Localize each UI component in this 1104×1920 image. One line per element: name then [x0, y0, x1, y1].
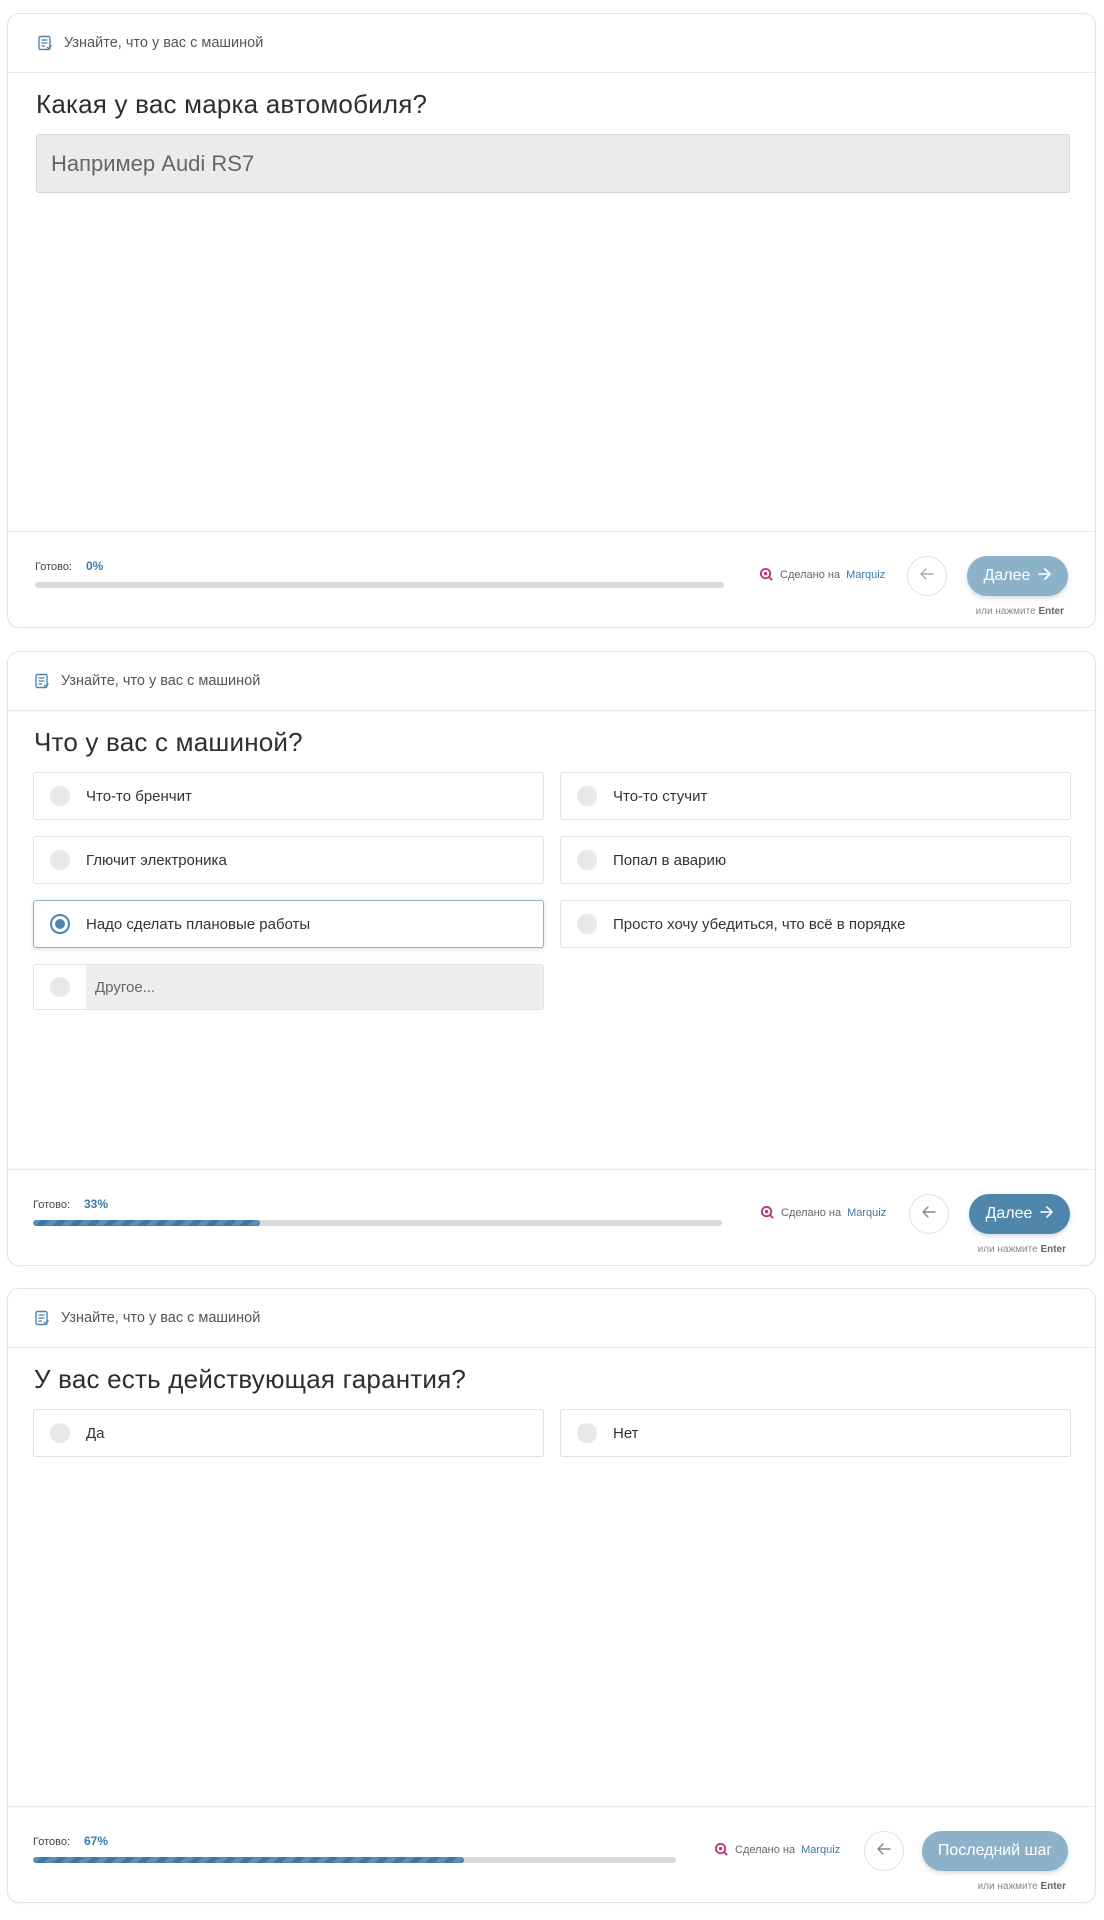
- hint-prefix: или нажмите: [977, 1881, 1038, 1892]
- progress-bar: [35, 582, 724, 588]
- next-button-label: Последний шаг: [937, 1842, 1053, 1859]
- quiz-step-car-brand: Узнайте, что у вас с машиной Какая у вас…: [7, 13, 1096, 628]
- progress-bar: [33, 1857, 676, 1863]
- quiz-footer: Готово: 0% Сделано на Marquiz Далее или …: [8, 531, 1095, 627]
- progress-bar-fill: [33, 1857, 464, 1863]
- credit-prefix: Сделано на: [780, 568, 841, 581]
- option-label: Что-то стучит: [613, 787, 708, 805]
- hint-prefix: или нажмите: [975, 606, 1036, 617]
- hint-key: Enter: [1040, 1881, 1066, 1892]
- radio-icon: [50, 850, 70, 870]
- radio-icon: [50, 1423, 70, 1443]
- option-check-all-fine[interactable]: Просто хочу убедиться, что всё в порядке: [560, 900, 1071, 948]
- quiz-footer: Готово: 33% Сделано на Marquiz Далее или…: [8, 1169, 1095, 1265]
- radio-icon: [577, 914, 597, 934]
- marquiz-credit[interactable]: Сделано на Marquiz: [714, 1842, 840, 1857]
- question-title: У вас есть действующая гарантия?: [34, 1364, 467, 1394]
- quiz-header: Узнайте, что у вас с машиной: [8, 1289, 1095, 1348]
- car-brand-input[interactable]: [36, 134, 1070, 193]
- radio-icon: [50, 786, 70, 806]
- next-button-label: Далее: [985, 1205, 1033, 1222]
- arrow-left-icon: [920, 567, 934, 585]
- quiz-title: Узнайте, что у вас с машиной: [61, 673, 261, 689]
- question-title: Что у вас с машиной?: [34, 727, 303, 757]
- marquiz-logo-icon: [759, 567, 774, 582]
- arrow-left-icon: [922, 1205, 936, 1223]
- progress-value: 67%: [84, 1834, 109, 1848]
- quiz-list-icon: [34, 1310, 50, 1326]
- credit-prefix: Сделано на: [781, 1206, 842, 1219]
- question-title: Какая у вас марка автомобиля?: [36, 89, 428, 119]
- option-label: Глючит электроника: [86, 851, 227, 869]
- arrow-right-icon: [1038, 567, 1052, 585]
- progress-label: Готово:: [33, 1199, 71, 1211]
- option-rattle[interactable]: Что-то бренчит: [33, 772, 544, 820]
- last-step-button[interactable]: Последний шаг: [922, 1831, 1068, 1871]
- option-label: Что-то бренчит: [86, 787, 192, 805]
- marquiz-logo-icon: [760, 1205, 775, 1220]
- credit-brand-link[interactable]: Marquiz: [847, 1207, 886, 1219]
- radio-checked-icon: [50, 914, 70, 934]
- quiz-list-icon: [37, 35, 53, 51]
- option-label: Да: [86, 1424, 105, 1442]
- quiz-step-warranty: Узнайте, что у вас с машиной У вас есть …: [7, 1288, 1096, 1903]
- quiz-header: Узнайте, что у вас с машиной: [8, 652, 1095, 711]
- progress-label: Готово:: [35, 561, 73, 573]
- progress-bar-fill: [33, 1220, 261, 1226]
- arrow-left-icon: [877, 1842, 891, 1860]
- hint-key: Enter: [1038, 606, 1064, 617]
- enter-hint: или нажмите Enter: [976, 606, 1064, 617]
- credit-brand-link[interactable]: Marquiz: [801, 1844, 840, 1856]
- credit-brand-link[interactable]: Marquiz: [846, 569, 885, 581]
- radio-icon: [577, 850, 597, 870]
- enter-hint: или нажмите Enter: [978, 1881, 1066, 1892]
- next-button-label: Далее: [983, 567, 1031, 584]
- radio-icon: [577, 1423, 597, 1443]
- option-accident[interactable]: Попал в аварию: [560, 836, 1071, 884]
- hint-prefix: или нажмите: [977, 1244, 1038, 1255]
- quiz-step-car-problem: Узнайте, что у вас с машиной Что у вас с…: [7, 651, 1096, 1266]
- radio-icon: [50, 977, 70, 997]
- marquiz-credit[interactable]: Сделано на Marquiz: [760, 1205, 886, 1220]
- options-grid: Что-то бренчит Что-то стучит Глючит элек…: [33, 772, 1077, 1010]
- option-scheduled-maintenance[interactable]: Надо сделать плановые работы: [33, 900, 544, 948]
- option-label: Нет: [613, 1424, 639, 1442]
- radio-icon: [577, 786, 597, 806]
- marquiz-logo-icon: [714, 1842, 729, 1857]
- progress-label: Готово:: [33, 1836, 71, 1848]
- other-input[interactable]: [86, 965, 543, 1009]
- option-knock[interactable]: Что-то стучит: [560, 772, 1071, 820]
- back-button[interactable]: [909, 1194, 949, 1234]
- option-yes[interactable]: Да: [33, 1409, 544, 1457]
- progress-bar: [33, 1220, 722, 1226]
- quiz-list-icon: [34, 673, 50, 689]
- progress-value: 0%: [86, 559, 104, 573]
- back-button[interactable]: [864, 1831, 904, 1871]
- progress-value: 33%: [84, 1197, 109, 1211]
- option-label: Надо сделать плановые работы: [86, 915, 311, 933]
- option-label: Попал в аварию: [613, 851, 727, 869]
- marquiz-credit[interactable]: Сделано на Marquiz: [759, 567, 885, 582]
- quiz-footer: Готово: 67% Сделано на Marquiz Последний…: [8, 1806, 1095, 1902]
- quiz-header: Узнайте, что у вас с машиной: [8, 14, 1095, 73]
- hint-key: Enter: [1040, 1244, 1066, 1255]
- credit-prefix: Сделано на: [735, 1843, 796, 1856]
- option-label: Просто хочу убедиться, что всё в порядке: [613, 915, 906, 933]
- option-no[interactable]: Нет: [560, 1409, 1071, 1457]
- option-other[interactable]: [33, 964, 544, 1010]
- back-button[interactable]: [907, 556, 947, 596]
- option-electronics[interactable]: Глючит электроника: [33, 836, 544, 884]
- quiz-title: Узнайте, что у вас с машиной: [64, 35, 264, 51]
- next-button[interactable]: Далее: [967, 556, 1068, 596]
- arrow-right-icon: [1040, 1205, 1054, 1223]
- next-button[interactable]: Далее: [969, 1194, 1070, 1234]
- quiz-title: Узнайте, что у вас с машиной: [61, 1310, 261, 1326]
- enter-hint: или нажмите Enter: [978, 1244, 1066, 1255]
- options-grid: Да Нет: [33, 1409, 1077, 1457]
